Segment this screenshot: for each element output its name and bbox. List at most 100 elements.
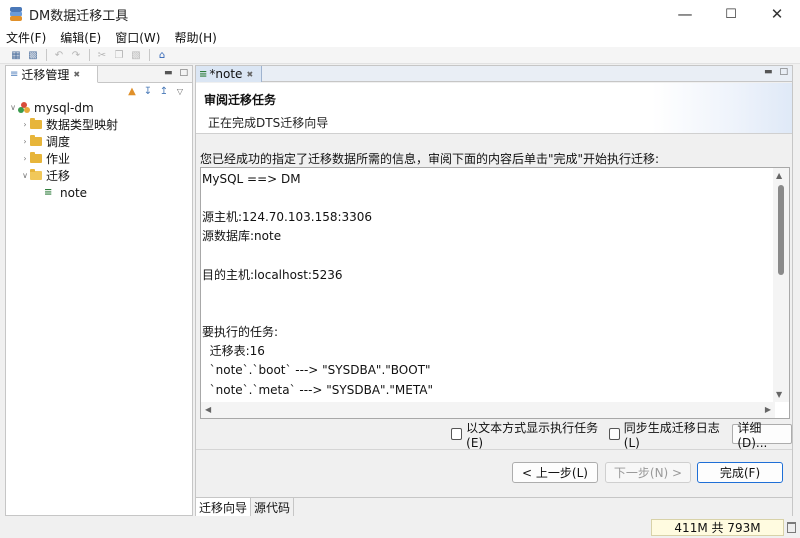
chevron-down-icon[interactable]: ∨ (8, 103, 18, 112)
sync-log-label: 同步生成迁移日志(L) (623, 420, 720, 450)
chevron-right-icon[interactable]: › (20, 137, 30, 146)
summary-line: `note`.`meta` ---> "SYSDBA"."META" (202, 382, 433, 397)
status-bar: 411M 共 793M (0, 518, 800, 538)
tree-label-schedule: 调度 (46, 135, 71, 149)
cut-icon[interactable]: ✂ (95, 49, 109, 61)
text-mode-checkbox[interactable]: 以文本方式显示执行任务(E) (451, 419, 603, 450)
tree-item-note[interactable]: ≡ note (6, 184, 192, 201)
menu-edit[interactable]: 编辑(E) (60, 29, 101, 46)
next-button[interactable]: 下一步(N) > (605, 462, 691, 483)
summary-line: 要执行的任务: (202, 325, 279, 340)
export-icon[interactable]: ↥ (158, 85, 170, 97)
scroll-left-icon[interactable]: ◀ (205, 405, 211, 414)
app-database-icon (9, 7, 23, 21)
tree-view-icon: ≡ (10, 68, 19, 80)
summary-line: 目的主机:localhost:5236 (202, 267, 343, 282)
minimize-view-icon[interactable]: ▬ (164, 68, 173, 78)
scrollbar-thumb[interactable] (778, 185, 784, 275)
view-menu-icon[interactable]: ▽ (174, 85, 186, 97)
tab-note[interactable]: ≡ *note ✖ (196, 66, 262, 82)
scroll-right-icon[interactable]: ▶ (765, 405, 771, 414)
window-title: DM数据迁移工具 (29, 8, 129, 24)
maximize-view-icon[interactable]: □ (779, 67, 788, 77)
checkbox-box[interactable] (451, 428, 463, 440)
sync-log-checkbox[interactable]: 同步生成迁移日志(L) (608, 419, 727, 450)
undo-icon[interactable]: ↶ (52, 49, 66, 61)
chevron-right-icon[interactable]: › (20, 120, 30, 129)
chevron-down-icon[interactable]: ∨ (20, 171, 30, 180)
tree-item-project[interactable]: ∨ mysql-dm (6, 99, 192, 116)
menu-help[interactable]: 帮助(H) (174, 29, 216, 46)
tree-label-jobs: 作业 (46, 152, 71, 166)
import-icon[interactable]: ↧ (142, 85, 154, 97)
finish-button[interactable]: 完成(F) (697, 462, 783, 483)
migration-task-icon: ≡ (44, 186, 53, 198)
wizard-header: 审阅迁移任务 正在完成DTS迁移向导 (196, 83, 792, 134)
tree-item-schedule[interactable]: › 调度 (6, 133, 192, 150)
summary-line: 源数据库:note (202, 229, 282, 244)
minimize-view-icon[interactable]: ▬ (764, 67, 773, 77)
summary-line: 迁移表:16 (202, 344, 265, 359)
options-row: 以文本方式显示执行任务(E) 同步生成迁移日志(L) 详细(D)... (451, 421, 792, 450)
horizontal-scrollbar[interactable]: ◀ ▶ (201, 402, 775, 418)
close-icon[interactable]: ✖ (73, 70, 80, 79)
close-button[interactable]: ✕ (754, 0, 800, 28)
save-icon[interactable]: ▦ (9, 49, 23, 61)
folder-open-icon (30, 169, 42, 180)
tab-source-code[interactable]: 源代码 (251, 498, 295, 516)
menu-window[interactable]: 窗口(W) (115, 29, 160, 46)
wizard-title: 审阅迁移任务 (204, 93, 277, 107)
maximize-button[interactable]: ☐ (708, 0, 754, 28)
wizard-subtitle: 正在完成DTS迁移向导 (208, 116, 329, 130)
summary-line (202, 189, 772, 208)
editor-tab-strip: ≡ *note ✖ ▬ □ (196, 66, 792, 82)
view-controls: ▬ □ (164, 68, 188, 78)
folder-icon (30, 118, 42, 129)
toolbar-separator (149, 49, 150, 61)
tree-label-note: note (60, 185, 88, 200)
tab-migration-management[interactable]: ≡ 迁移管理 ✖ (6, 66, 98, 83)
task-summary-box[interactable]: MySQL ==> DM 源主机:124.70.103.158:3306 源数据库:… (200, 167, 790, 419)
folder-icon (30, 135, 42, 146)
main-toolbar: ▦ ▧ ↶ ↷ ✂ ❐ ▧ ⌂ (0, 47, 800, 64)
tree-item-migration[interactable]: ∨ 迁移 (6, 167, 192, 184)
window-controls: — ☐ ✕ (662, 0, 800, 28)
previous-button[interactable]: < 上一步(L) (512, 462, 598, 483)
summary-line (202, 247, 772, 266)
task-summary-text: MySQL ==> DM 源主机:124.70.103.158:3306 源数据库:… (202, 170, 772, 402)
new-project-icon[interactable]: ▲ (126, 85, 138, 97)
minimize-button[interactable]: — (662, 0, 708, 28)
garbage-collect-icon[interactable] (787, 522, 796, 533)
tree-item-type-mapping[interactable]: › 数据类型映射 (6, 116, 192, 133)
chevron-right-icon[interactable]: › (20, 154, 30, 163)
migration-task-icon: ≡ (199, 68, 208, 80)
vertical-scrollbar[interactable]: ▲ ▼ (773, 168, 789, 402)
editor-tab-label: *note (209, 67, 243, 81)
tree-label-type-mapping: 数据类型映射 (46, 118, 119, 132)
summary-line (202, 304, 772, 323)
checkbox-box[interactable] (608, 428, 620, 440)
tab-migration-wizard[interactable]: 迁移向导 (196, 498, 252, 516)
scroll-down-icon[interactable]: ▼ (776, 390, 782, 399)
memory-indicator: 411M 共 793M (651, 519, 784, 536)
close-icon[interactable]: ✖ (246, 70, 253, 79)
save-all-icon[interactable]: ▧ (26, 49, 40, 61)
detail-button[interactable]: 详细(D)... (732, 421, 792, 450)
summary-line: MySQL ==> DM (202, 172, 301, 186)
wizard-description: 您已经成功的指定了迁移数据所需的信息，审阅下面的内容后单击"完成"开始执行迁移: (200, 152, 660, 166)
tree-item-jobs[interactable]: › 作业 (6, 150, 192, 167)
project-icon (18, 101, 30, 114)
view-controls: ▬ □ (764, 67, 788, 77)
copy-icon[interactable]: ❐ (112, 49, 126, 61)
folder-icon (30, 152, 42, 163)
paste-icon[interactable]: ▧ (129, 49, 143, 61)
summary-line: `note`.`boot` ---> "SYSDBA"."BOOT" (202, 363, 431, 378)
migration-tree: ∨ mysql-dm › 数据类型映射 › 调度 › 作业 ∨ 迁移 ≡ not… (6, 99, 192, 201)
menu-file[interactable]: 文件(F) (6, 29, 46, 46)
redo-icon[interactable]: ↷ (69, 49, 83, 61)
text-mode-label: 以文本方式显示执行任务(E) (466, 420, 599, 450)
home-icon[interactable]: ⌂ (155, 49, 169, 61)
scroll-up-icon[interactable]: ▲ (776, 171, 782, 180)
maximize-view-icon[interactable]: □ (179, 68, 188, 78)
title-bar: DM数据迁移工具 — ☐ ✕ (0, 0, 800, 28)
